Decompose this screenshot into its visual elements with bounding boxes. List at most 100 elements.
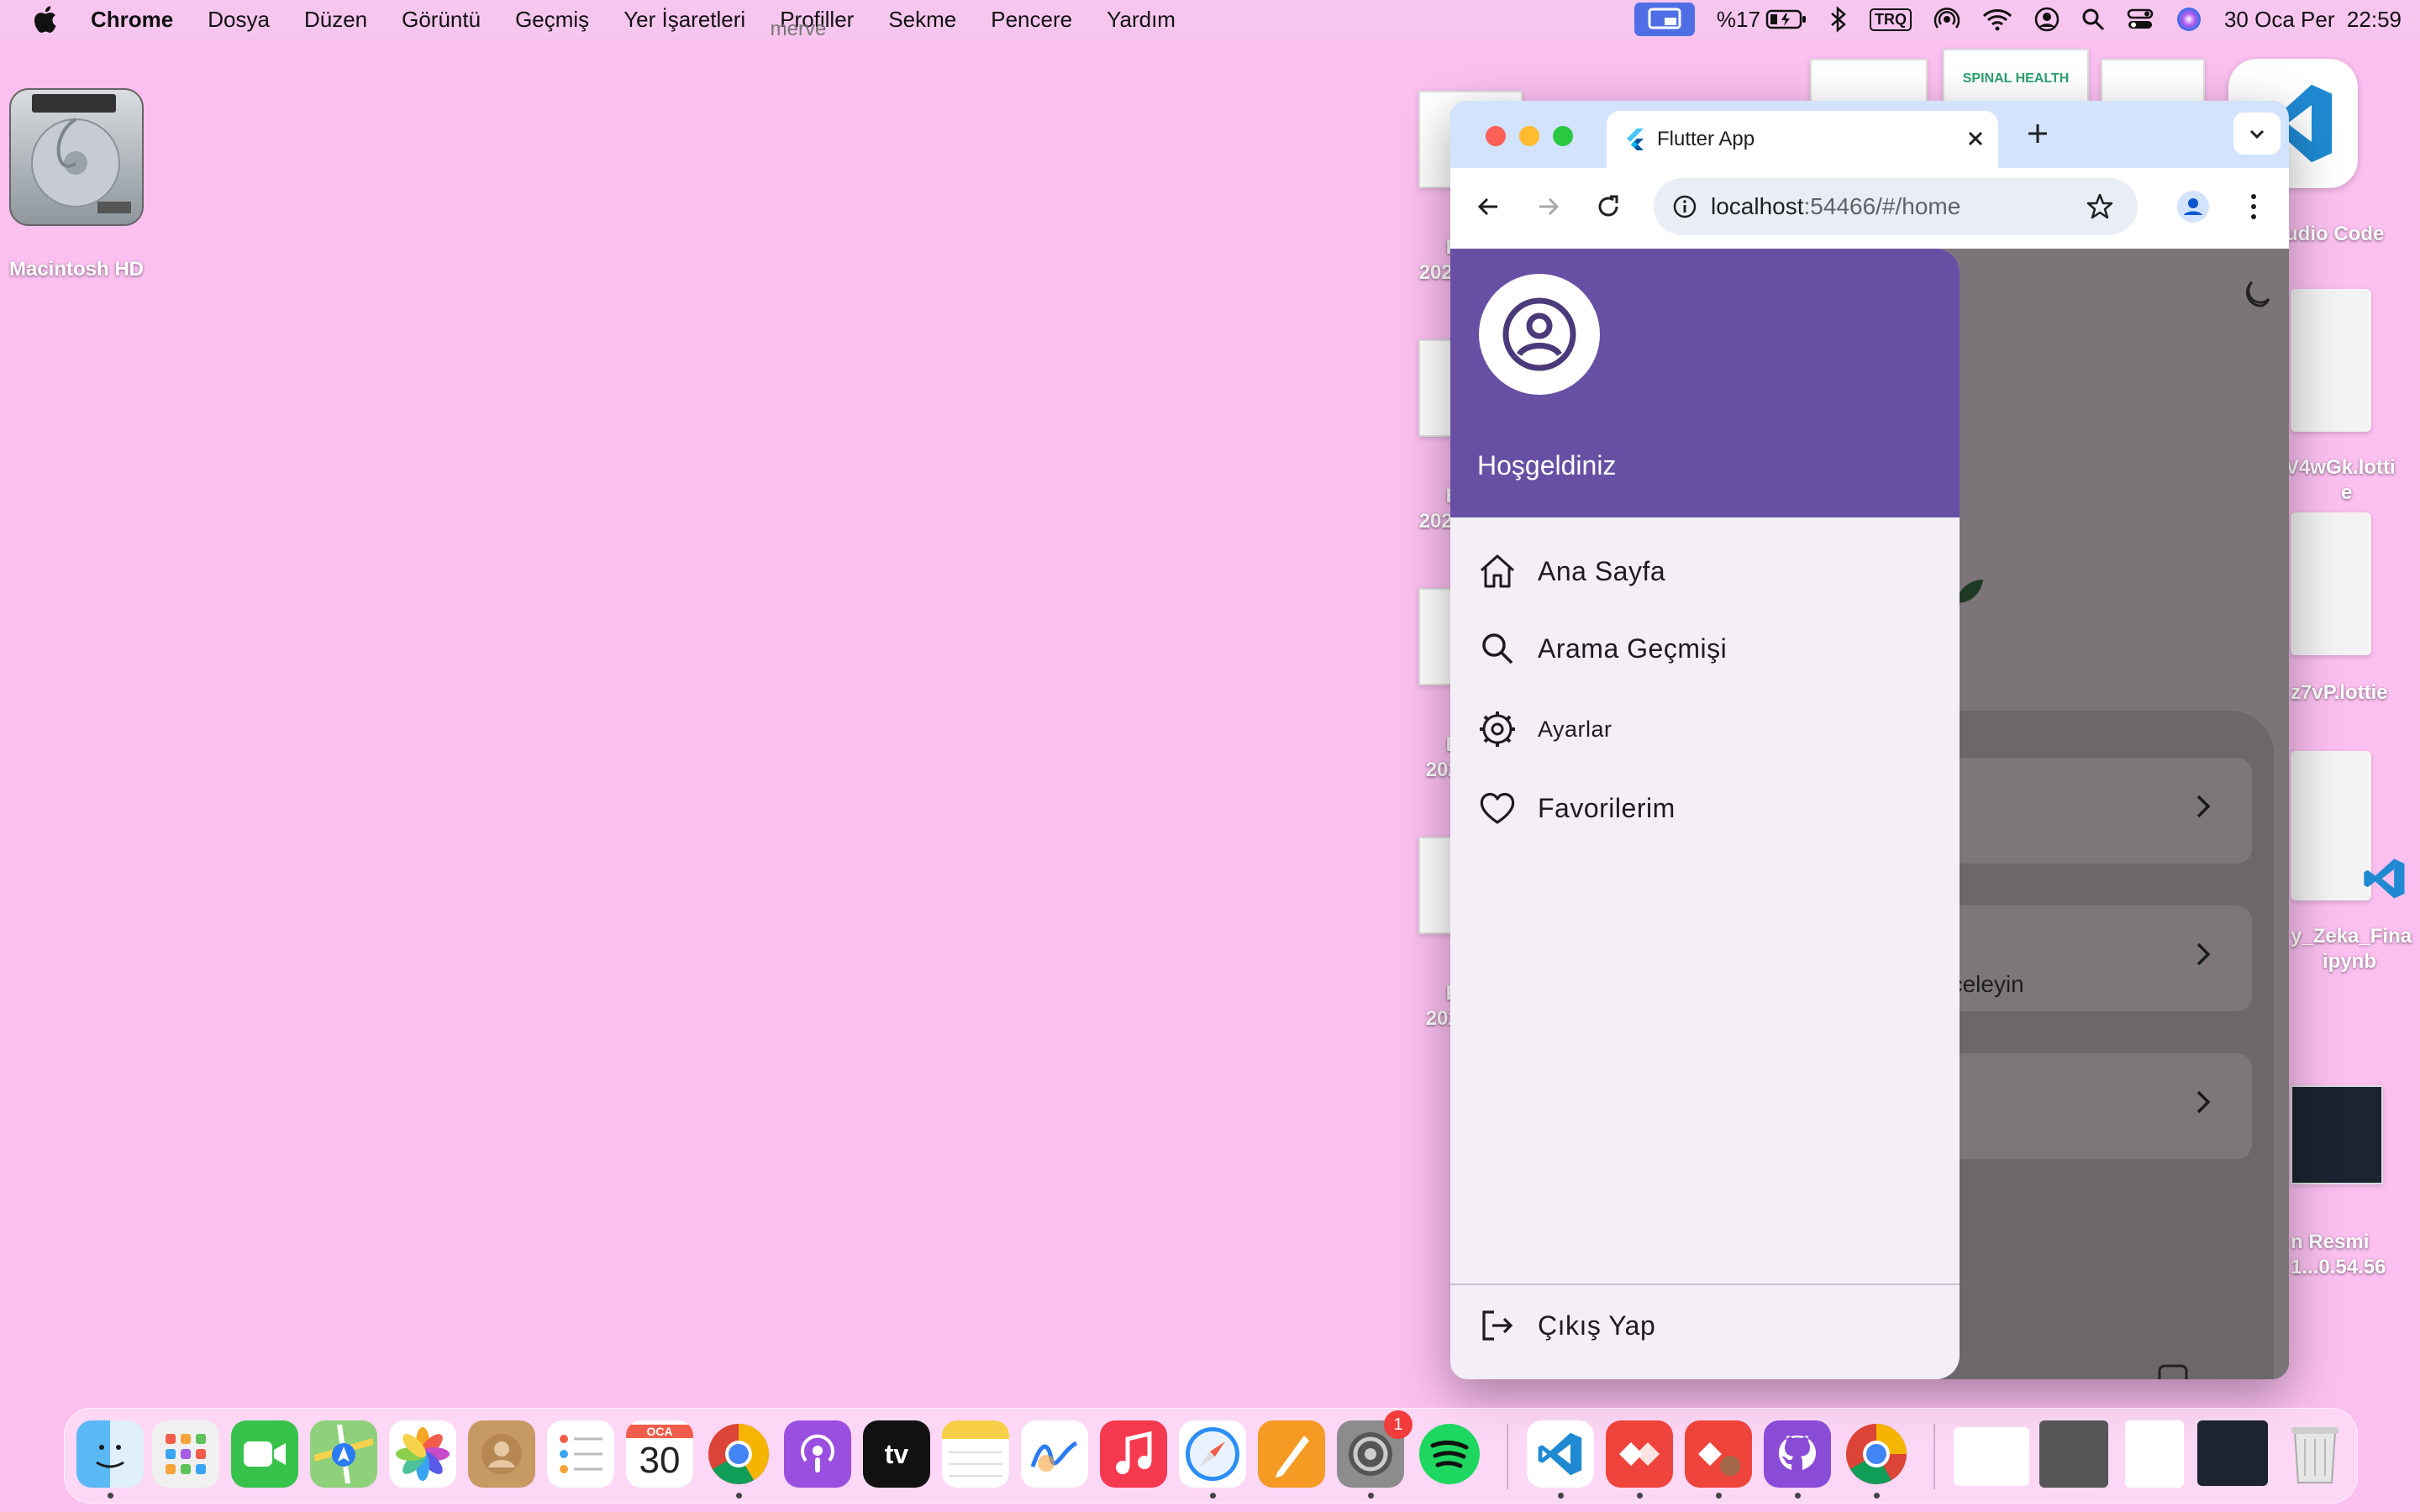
dock-freeform[interactable] xyxy=(1021,1420,1088,1488)
dock-maps[interactable] xyxy=(310,1420,377,1488)
menu-dosya[interactable]: Dosya xyxy=(208,7,270,33)
chrome-menu-button[interactable] xyxy=(2233,186,2274,227)
battery-indicator[interactable]: %17 xyxy=(1717,7,1807,33)
dock-contacts[interactable] xyxy=(468,1420,535,1488)
airdrop-icon[interactable] xyxy=(1933,6,1960,33)
dock-recent-window[interactable] xyxy=(2039,1420,2108,1488)
profile-button[interactable] xyxy=(2173,186,2213,227)
photos-icon xyxy=(396,1427,450,1481)
running-indicator xyxy=(736,1493,742,1499)
menu-app-name[interactable]: Chrome xyxy=(91,7,173,33)
facetime-icon xyxy=(244,1441,286,1467)
dock-calendar[interactable]: OCA 30 xyxy=(626,1420,693,1488)
screenshot-label: n Resmi 1...0.54.56 xyxy=(2291,1230,2420,1280)
user-account-icon[interactable] xyxy=(2034,7,2060,32)
dock-finder[interactable] xyxy=(76,1420,144,1488)
avatar[interactable] xyxy=(1479,274,1600,395)
clock-datetime[interactable]: 30 Oca Per 22:59 xyxy=(2224,7,2402,33)
menu-duzen[interactable]: Düzen xyxy=(304,7,367,33)
contacts-icon xyxy=(481,1434,522,1474)
tab-flutter-app[interactable]: Flutter App xyxy=(1607,111,1998,168)
dock-recent-window[interactable] xyxy=(2125,1420,2184,1488)
dock-notes[interactable] xyxy=(942,1420,1009,1488)
menu-yardim[interactable]: Yardım xyxy=(1107,7,1176,33)
reload-button[interactable] xyxy=(1588,186,1628,227)
close-tab-icon[interactable] xyxy=(1965,128,1986,154)
reload-icon xyxy=(1598,195,1618,217)
lottie-file-icon[interactable] xyxy=(2291,512,2371,655)
notebook-file-label: y_Zeka_Fina ipynb xyxy=(2291,924,2420,974)
dock-github-desktop[interactable] xyxy=(1764,1420,1831,1488)
dock-chrome[interactable] xyxy=(705,1420,772,1488)
option-card[interactable]: nceleyin xyxy=(1938,906,2252,1011)
drawer-item-ayarlar[interactable]: Ayarlar xyxy=(1450,690,1960,768)
keyboard-input-indicator[interactable]: TRQ xyxy=(1869,8,1912,31)
dock-vscode[interactable] xyxy=(1527,1420,1594,1488)
site-info-icon[interactable] xyxy=(1672,194,1697,219)
dock-anydesk-profile[interactable] xyxy=(1685,1420,1752,1488)
lottie-file-icon[interactable] xyxy=(2291,289,2371,432)
spotify-icon xyxy=(1419,1424,1480,1484)
close-window-button[interactable] xyxy=(1486,126,1506,146)
dark-mode-icon[interactable] xyxy=(2237,277,2274,318)
spotlight-search-icon[interactable] xyxy=(2081,8,2105,31)
maps-icon xyxy=(314,1425,373,1483)
nav-square-icon[interactable] xyxy=(2156,1362,2190,1379)
home-icon xyxy=(1477,551,1518,591)
bluetooth-icon[interactable] xyxy=(1829,6,1848,33)
menu-yer-isaretleri[interactable]: Yer İşaretleri xyxy=(623,7,745,33)
dock-podcasts[interactable] xyxy=(784,1420,851,1488)
dock-photos[interactable] xyxy=(389,1420,456,1488)
address-bar[interactable]: localhost:54466/#/home xyxy=(1654,178,2138,235)
dock-apple-tv[interactable]: tv xyxy=(863,1420,930,1488)
back-button[interactable] xyxy=(1469,186,1509,227)
bookmark-star-icon[interactable] xyxy=(2086,192,2114,221)
menu-goruntu[interactable]: Görüntü xyxy=(402,7,481,33)
status-area: %17 TRQ 30 Oca Per 22:59 xyxy=(1634,0,2402,39)
drawer-item-favorilerim[interactable]: Favorilerim xyxy=(1450,769,1960,847)
apple-menu-icon[interactable] xyxy=(32,5,66,34)
dock-recent-window[interactable] xyxy=(2197,1420,2268,1486)
dock-spotify[interactable] xyxy=(1416,1420,1483,1488)
menu-gecmis[interactable]: Geçmiş xyxy=(515,7,589,33)
dock-music[interactable] xyxy=(1100,1420,1167,1488)
dock-launchpad[interactable] xyxy=(152,1420,219,1488)
dock-separator xyxy=(1507,1424,1508,1489)
chevron-right-icon xyxy=(2196,1090,2211,1114)
freeform-icon xyxy=(1030,1441,1078,1472)
navigation-drawer: Hoşgeldiniz Ana Sayfa Arama Geçmişi Ayar… xyxy=(1450,249,1960,1379)
more-vert-icon xyxy=(2251,194,2256,219)
forward-button[interactable] xyxy=(1528,186,1568,227)
dock-reminders[interactable] xyxy=(547,1420,614,1488)
siri-icon[interactable] xyxy=(2175,6,2202,33)
minimize-window-button[interactable] xyxy=(1519,126,1539,146)
drawer-item-arama-gecmisi[interactable]: Arama Geçmişi xyxy=(1450,610,1960,687)
github-icon xyxy=(1779,1436,1816,1470)
dock-trash[interactable] xyxy=(2281,1420,2349,1488)
chevron-right-icon xyxy=(2196,942,2211,966)
option-card[interactable]: in xyxy=(1938,1053,2252,1159)
dock-safari[interactable] xyxy=(1179,1420,1246,1488)
dock-anydesk[interactable] xyxy=(1606,1420,1673,1488)
control-center-icon[interactable] xyxy=(2127,8,2154,31)
running-indicator xyxy=(1716,1493,1722,1499)
macintosh-hd-icon[interactable] xyxy=(7,86,146,228)
screenshot-thumbnail[interactable] xyxy=(2291,1085,2383,1184)
new-tab-icon[interactable] xyxy=(2025,121,2050,150)
dock-facetime[interactable] xyxy=(231,1420,298,1488)
logout-button[interactable]: Çıkış Yap xyxy=(1450,1287,1960,1364)
menu-sekme[interactable]: Sekme xyxy=(888,7,956,33)
drawer-item-ana-sayfa[interactable]: Ana Sayfa xyxy=(1450,533,1960,610)
dock-recent-window[interactable] xyxy=(1954,1427,2029,1486)
dock-chrome-2[interactable] xyxy=(1843,1420,1910,1488)
account-circle-icon xyxy=(1502,297,1576,371)
podcasts-icon xyxy=(801,1434,834,1473)
dock-pages[interactable] xyxy=(1258,1420,1325,1488)
wifi-icon[interactable] xyxy=(1982,8,2012,31)
option-card[interactable] xyxy=(1938,758,2252,864)
screen-mirroring-icon[interactable] xyxy=(1634,3,1695,36)
maximize-window-button[interactable] xyxy=(1553,126,1573,146)
notebook-file-icon[interactable] xyxy=(2291,751,2405,900)
tab-search-button[interactable] xyxy=(2233,113,2281,155)
menu-pencere[interactable]: Pencere xyxy=(991,7,1072,33)
